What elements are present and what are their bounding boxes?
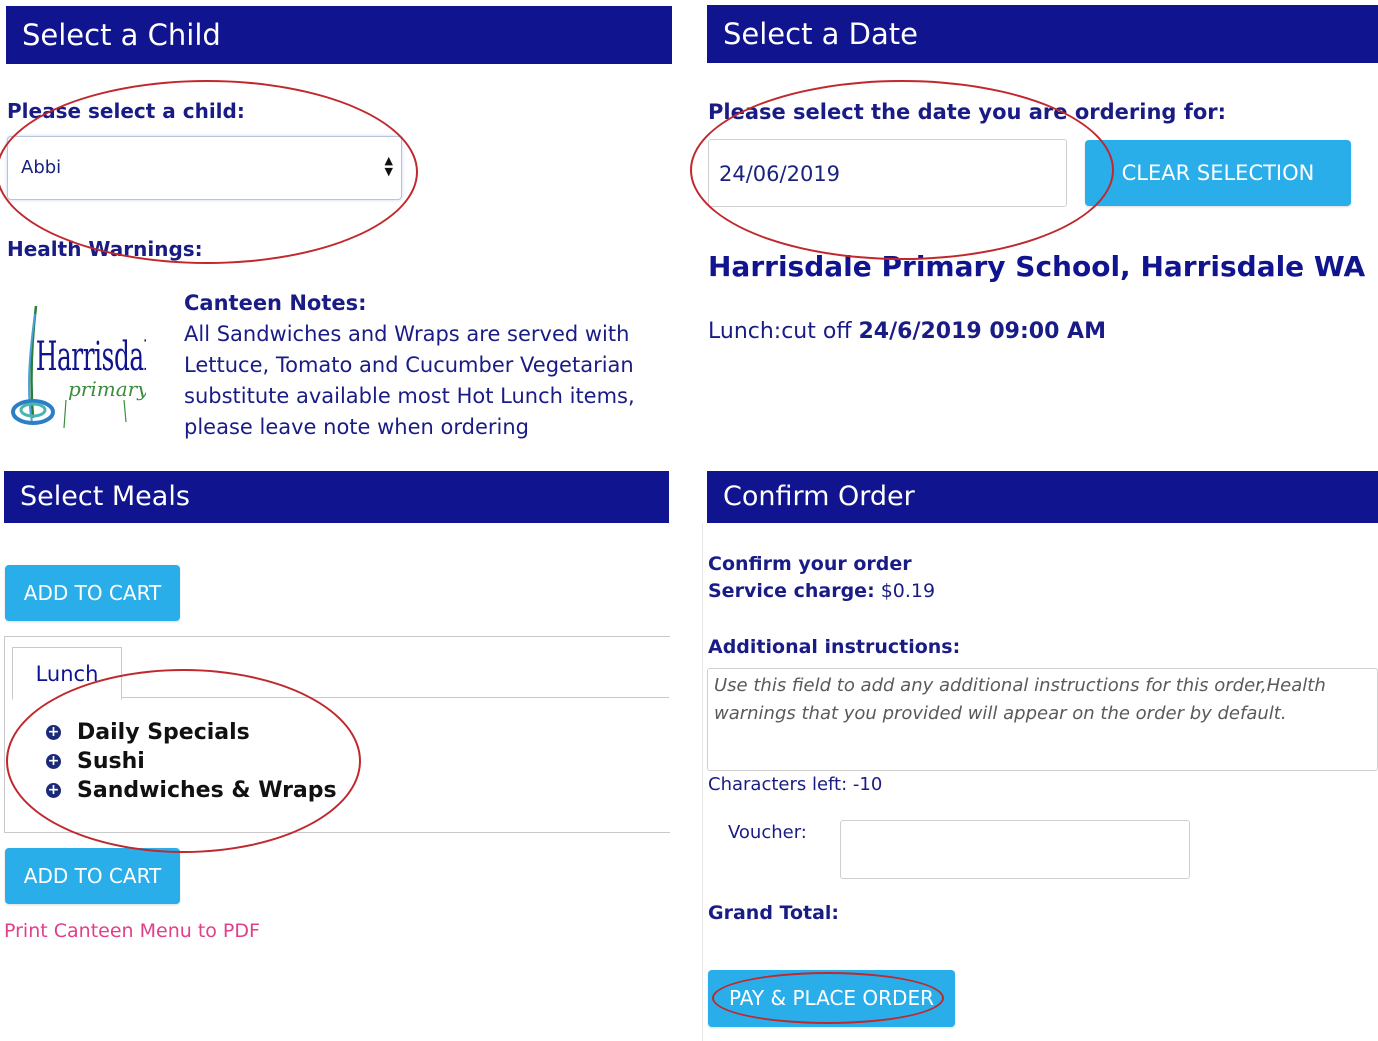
characters-left: Characters left: -10	[708, 774, 883, 795]
school-logo: Harrisdale primary	[6, 300, 166, 435]
logo-text-main: Harrisdale	[36, 333, 146, 380]
pay-place-order-button[interactable]: PAY & PLACE ORDER	[708, 970, 955, 1027]
child-select[interactable]: Abbi ▲ ▼	[7, 136, 402, 200]
voucher-input[interactable]	[840, 820, 1190, 879]
school-name: Harrisdale Primary School, Harrisdale WA	[708, 250, 1366, 283]
add-to-cart-button-top[interactable]: ADD TO CART	[5, 565, 180, 621]
grand-total-label: Grand Total:	[708, 902, 840, 924]
tab-lunch[interactable]: Lunch	[12, 647, 122, 700]
expand-plus-icon[interactable]: +	[46, 754, 61, 769]
service-charge-label: Service charge:	[708, 580, 875, 602]
service-charge-value: $0.19	[874, 580, 936, 602]
service-charge: Service charge: $0.19	[708, 580, 935, 602]
canteen-notes-title: Canteen Notes:	[184, 291, 367, 315]
cutoff-label: Lunch:cut off	[708, 319, 859, 344]
expand-plus-icon[interactable]: +	[46, 783, 61, 798]
select-date-header: Select a Date	[707, 5, 1378, 63]
cutoff-value: 24/6/2019 09:00 AM	[858, 319, 1106, 344]
select-meals-header: Select Meals	[4, 471, 669, 523]
health-warnings-label: Health Warnings:	[7, 237, 203, 261]
canteen-notes-text: All Sandwiches and Wraps are served with…	[184, 322, 635, 439]
category-daily-specials[interactable]: + Daily Specials	[46, 720, 250, 745]
add-to-cart-button-bottom[interactable]: ADD TO CART	[5, 848, 180, 904]
category-label: Sandwiches & Wraps	[77, 778, 337, 803]
select-child-header: Select a Child	[6, 6, 672, 64]
confirm-panel-border	[702, 523, 703, 1041]
canteen-notes: Canteen Notes: All Sandwiches and Wraps …	[184, 288, 654, 456]
print-menu-link[interactable]: Print Canteen Menu to PDF	[4, 920, 260, 942]
tab-strip-line	[121, 697, 669, 698]
category-sandwiches-wraps[interactable]: + Sandwiches & Wraps	[46, 778, 337, 803]
logo-text-sub: primary	[68, 377, 146, 401]
date-input[interactable]: 24/06/2019	[708, 139, 1067, 207]
category-label: Daily Specials	[77, 720, 250, 745]
confirm-your-order-label: Confirm your order	[708, 553, 912, 575]
clear-selection-button[interactable]: CLEAR SELECTION	[1085, 140, 1351, 206]
child-select-value: Abbi	[21, 157, 62, 178]
select-date-prompt: Please select the date you are ordering …	[708, 100, 1227, 124]
expand-plus-icon[interactable]: +	[46, 725, 61, 740]
confirm-order-header: Confirm Order	[707, 471, 1378, 523]
category-sushi[interactable]: + Sushi	[46, 749, 145, 774]
select-child-prompt: Please select a child:	[7, 99, 245, 123]
voucher-label: Voucher:	[728, 822, 807, 843]
additional-instructions-label: Additional instructions:	[708, 636, 961, 658]
select-arrows-icon: ▲ ▼	[384, 154, 393, 178]
lunch-cutoff: Lunch:cut off 24/6/2019 09:00 AM	[708, 319, 1106, 344]
category-label: Sushi	[77, 749, 145, 774]
instructions-textarea[interactable]: Use this field to add any additional ins…	[707, 668, 1378, 771]
